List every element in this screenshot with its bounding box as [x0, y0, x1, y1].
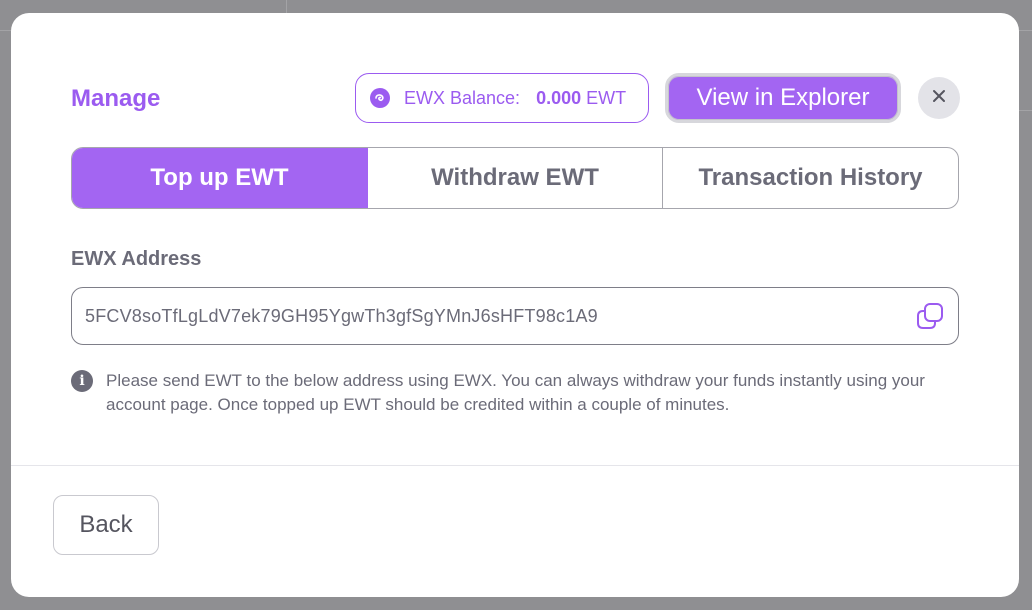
- ewx-address-value: 5FCV8soTfLgLdV7ek79GH95YgwTh3gfSgYMnJ6sH…: [85, 305, 598, 326]
- ewx-logo-icon: [370, 88, 390, 108]
- manage-modal: Manage EWX Balance: 0.000 EWT View in Ex…: [11, 13, 1019, 597]
- balance-unit: EWT: [586, 87, 627, 108]
- info-icon: i: [71, 370, 93, 392]
- tab-top-up[interactable]: Top up EWT: [72, 148, 368, 208]
- ewx-address-label: EWX Address: [71, 248, 202, 270]
- balance-value: 0.000: [536, 87, 582, 108]
- copy-icon[interactable]: [916, 302, 944, 335]
- background-divider: [286, 0, 287, 13]
- ewx-address-field[interactable]: 5FCV8soTfLgLdV7ek79GH95YgwTh3gfSgYMnJ6sH…: [71, 287, 959, 345]
- info-text: Please send EWT to the below address usi…: [106, 371, 925, 414]
- background-divider: [1019, 30, 1032, 31]
- back-button[interactable]: Back: [53, 495, 159, 555]
- view-in-explorer-button[interactable]: View in Explorer: [665, 73, 901, 123]
- background-divider: [1019, 110, 1032, 111]
- tab-withdraw[interactable]: Withdraw EWT: [368, 148, 663, 208]
- info-notice: i Please send EWT to the below address u…: [71, 369, 959, 417]
- ewx-balance-pill: EWX Balance: 0.000 EWT: [355, 73, 649, 123]
- balance-label: EWX Balance:: [404, 87, 521, 108]
- close-icon: [932, 89, 946, 108]
- background-divider: [0, 30, 11, 31]
- modal-header: Manage EWX Balance: 0.000 EWT View in Ex…: [71, 73, 960, 123]
- tab-transaction-history[interactable]: Transaction History: [663, 148, 958, 208]
- manage-tabs: Top up EWT Withdraw EWT Transaction Hist…: [71, 147, 959, 209]
- modal-title: Manage: [71, 85, 161, 112]
- close-button[interactable]: [918, 77, 960, 119]
- footer-divider: [11, 465, 1019, 466]
